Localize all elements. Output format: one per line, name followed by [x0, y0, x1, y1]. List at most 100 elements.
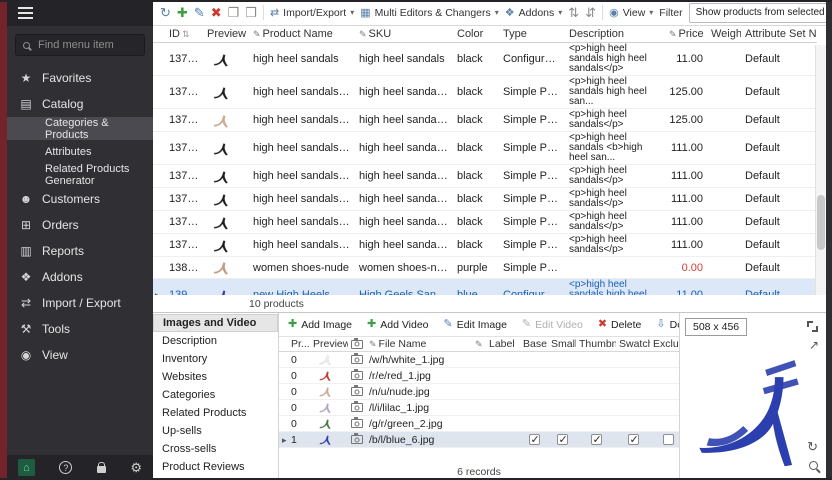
- image-row[interactable]: ▸ 1 /b/l/blue_6.jpg: [279, 432, 679, 448]
- refresh-icon[interactable]: ↻: [160, 6, 171, 19]
- column-header[interactable]: ✎SKU: [355, 26, 453, 43]
- sidebar-item[interactable]: ❖ Addons: [7, 264, 153, 290]
- column-header[interactable]: Color: [453, 26, 499, 43]
- image-toolbar-button-icon: ⇩: [656, 319, 665, 330]
- detail-tab[interactable]: Related Products: [153, 404, 278, 422]
- expander-column-header: [153, 26, 165, 43]
- image-toolbar-button[interactable]: ✚ Add Video: [367, 319, 432, 331]
- column-header[interactable]: Weight: [707, 26, 741, 43]
- sidebar-item[interactable]: ▥ Reports: [7, 238, 153, 264]
- rotate-icon[interactable]: ↻: [807, 440, 818, 453]
- detail-tab[interactable]: Description: [153, 332, 278, 350]
- product-row[interactable]: ▸ 13740 high heel sandals-black-38 high …: [153, 234, 817, 257]
- image-toolbar-button[interactable]: ⇩ Download Image: [656, 319, 679, 331]
- position-column-header[interactable]: Pr...: [288, 337, 310, 352]
- product-row[interactable]: ▸ 13738 high heel sandals-black-37 high …: [153, 188, 817, 211]
- label-edit-column-header[interactable]: ✎: [472, 337, 486, 352]
- fullscreen-icon[interactable]: [807, 321, 818, 332]
- product-row[interactable]: ▸ 13739 high heel sandals-nude-37 high h…: [153, 211, 817, 234]
- column-header[interactable]: ✎Product Name: [249, 26, 355, 43]
- sidebar-item[interactable]: Attributes: [7, 140, 153, 163]
- scrollbar-thumb[interactable]: [817, 195, 825, 250]
- detail-tab[interactable]: Cross-sells: [153, 440, 278, 458]
- label-column-header[interactable]: Label: [486, 337, 520, 352]
- detail-tab[interactable]: Categories: [153, 386, 278, 404]
- preview-column-header[interactable]: Preview: [310, 337, 348, 352]
- exclude-checkbox[interactable]: [663, 434, 674, 445]
- sidebar-item[interactable]: ☻ Customers: [7, 186, 153, 212]
- detail-tab[interactable]: Images and Video: [153, 314, 278, 332]
- product-row[interactable]: ▸ 13733 high heel sandals-nude high heel…: [153, 109, 817, 132]
- thumbnail-column-header[interactable]: Thumbna...: [576, 337, 616, 352]
- edit-product-icon[interactable]: ✎: [194, 6, 205, 19]
- detail-tab[interactable]: Product Reviews: [153, 458, 278, 476]
- column-header-label: Preview: [207, 28, 246, 40]
- filter-select[interactable]: Show products from selected categories ▾: [689, 3, 826, 23]
- sidebar-item[interactable]: ★ Favorites: [7, 65, 153, 91]
- multi-editors-button[interactable]: ▦ Multi Editors & Changers ▾: [360, 6, 499, 19]
- image-row[interactable]: ▸ 0 /l/i/lilac_1.jpg: [279, 400, 679, 416]
- product-row[interactable]: ▸ 13737 high heel sandals-nude-36 high h…: [153, 165, 817, 188]
- detail-tab[interactable]: Websites: [153, 368, 278, 386]
- sidebar-item[interactable]: Categories & Products: [7, 117, 153, 140]
- base-column-header[interactable]: Base: [520, 337, 548, 352]
- sort-icon[interactable]: ⇅: [568, 6, 579, 19]
- sidebar-item[interactable]: ⚒ Tools: [7, 316, 153, 342]
- product-row[interactable]: ▸ 13731 high heel sandals high heel sand…: [153, 43, 817, 76]
- base-checkbox[interactable]: [529, 434, 540, 445]
- delete-product-icon[interactable]: ✖: [211, 6, 222, 19]
- image-toolbar-button[interactable]: ✚ Add Image: [288, 319, 356, 331]
- column-header[interactable]: ✎Price: [665, 26, 707, 43]
- zoom-icon[interactable]: [809, 461, 818, 470]
- small-checkbox[interactable]: [557, 434, 568, 445]
- add-product-icon[interactable]: ✚: [177, 6, 188, 19]
- thumbnail-checkbox[interactable]: [591, 434, 602, 445]
- sidebar-item[interactable]: Related Products Generator: [7, 163, 153, 186]
- menu-search-input[interactable]: [36, 38, 137, 52]
- addons-button[interactable]: ❖ Addons ▾: [505, 6, 563, 19]
- sidebar-item[interactable]: ⊞ Orders: [7, 212, 153, 238]
- column-header[interactable]: Attribute Set Name: [741, 26, 817, 43]
- hamburger-menu-icon[interactable]: [18, 12, 33, 14]
- image-toolbar-button[interactable]: ✎ Edit Video: [522, 319, 587, 331]
- file-name-column-header[interactable]: ✎File Name: [366, 337, 472, 352]
- small-column-header[interactable]: Small: [548, 337, 576, 352]
- exclude-column-header[interactable]: Exclude: [650, 337, 679, 352]
- image-toolbar-button[interactable]: ✎ Edit Image: [444, 319, 511, 331]
- sidebar-item[interactable]: ◉ View: [7, 342, 153, 368]
- sidebar-item[interactable]: ⇄ Import / Export: [7, 290, 153, 316]
- product-row[interactable]: ▸ 13817 women shoes-nude women shoes-nud…: [153, 257, 817, 279]
- paste-icon[interactable]: ❒: [245, 6, 257, 19]
- sidebar-item[interactable]: ▤ Catalog: [7, 91, 153, 117]
- product-row[interactable]: ▸ 13931 new High Heels Sandals High Geel…: [153, 279, 817, 296]
- product-row[interactable]: ▸ 13736 high heel sandals-black-36 high …: [153, 132, 817, 165]
- image-type-column-header[interactable]: [348, 337, 366, 352]
- image-row[interactable]: ▸ 0 /g/r/green_2.jpg: [279, 416, 679, 432]
- image-toolbar-button[interactable]: ✖ Delete: [598, 319, 646, 331]
- multi-editors-icon: ▦: [360, 6, 370, 19]
- product-row[interactable]: ▸ 13732 high heel sandals-black high hee…: [153, 76, 817, 109]
- column-header[interactable]: Description: [565, 26, 665, 43]
- image-toolbar-button-label: Add Image: [301, 319, 352, 331]
- import-export-button[interactable]: ⇄ Import/Export ▾: [270, 6, 354, 19]
- lock-icon[interactable]: [97, 466, 106, 473]
- swatch-checkbox[interactable]: [628, 434, 639, 445]
- image-row[interactable]: ▸ 0 /n/u/nude.jpg: [279, 384, 679, 400]
- detail-tab[interactable]: Up-sells: [153, 422, 278, 440]
- view-button[interactable]: ◉ View ▾: [609, 6, 653, 19]
- sidebar-search[interactable]: [15, 34, 145, 56]
- store-icon[interactable]: ⌂: [18, 459, 35, 476]
- gear-icon[interactable]: ⚙: [130, 460, 142, 476]
- column-header[interactable]: Preview: [203, 26, 249, 43]
- image-row[interactable]: ▸ 0 /r/e/red_1.jpg: [279, 368, 679, 384]
- image-row[interactable]: ▸ 0 /w/h/white_1.jpg: [279, 352, 679, 368]
- swatch-column-header[interactable]: Swatch: [616, 337, 650, 352]
- column-header[interactable]: ID⇅: [165, 26, 203, 43]
- copy-icon[interactable]: ❐: [228, 6, 240, 19]
- vertical-scrollbar[interactable]: [815, 45, 826, 295]
- open-external-icon[interactable]: ↗: [809, 339, 819, 351]
- detail-tab[interactable]: Inventory: [153, 350, 278, 368]
- sort-alt-icon[interactable]: ⇵: [585, 6, 596, 19]
- column-header[interactable]: Type: [499, 26, 565, 43]
- help-icon[interactable]: ?: [59, 461, 72, 474]
